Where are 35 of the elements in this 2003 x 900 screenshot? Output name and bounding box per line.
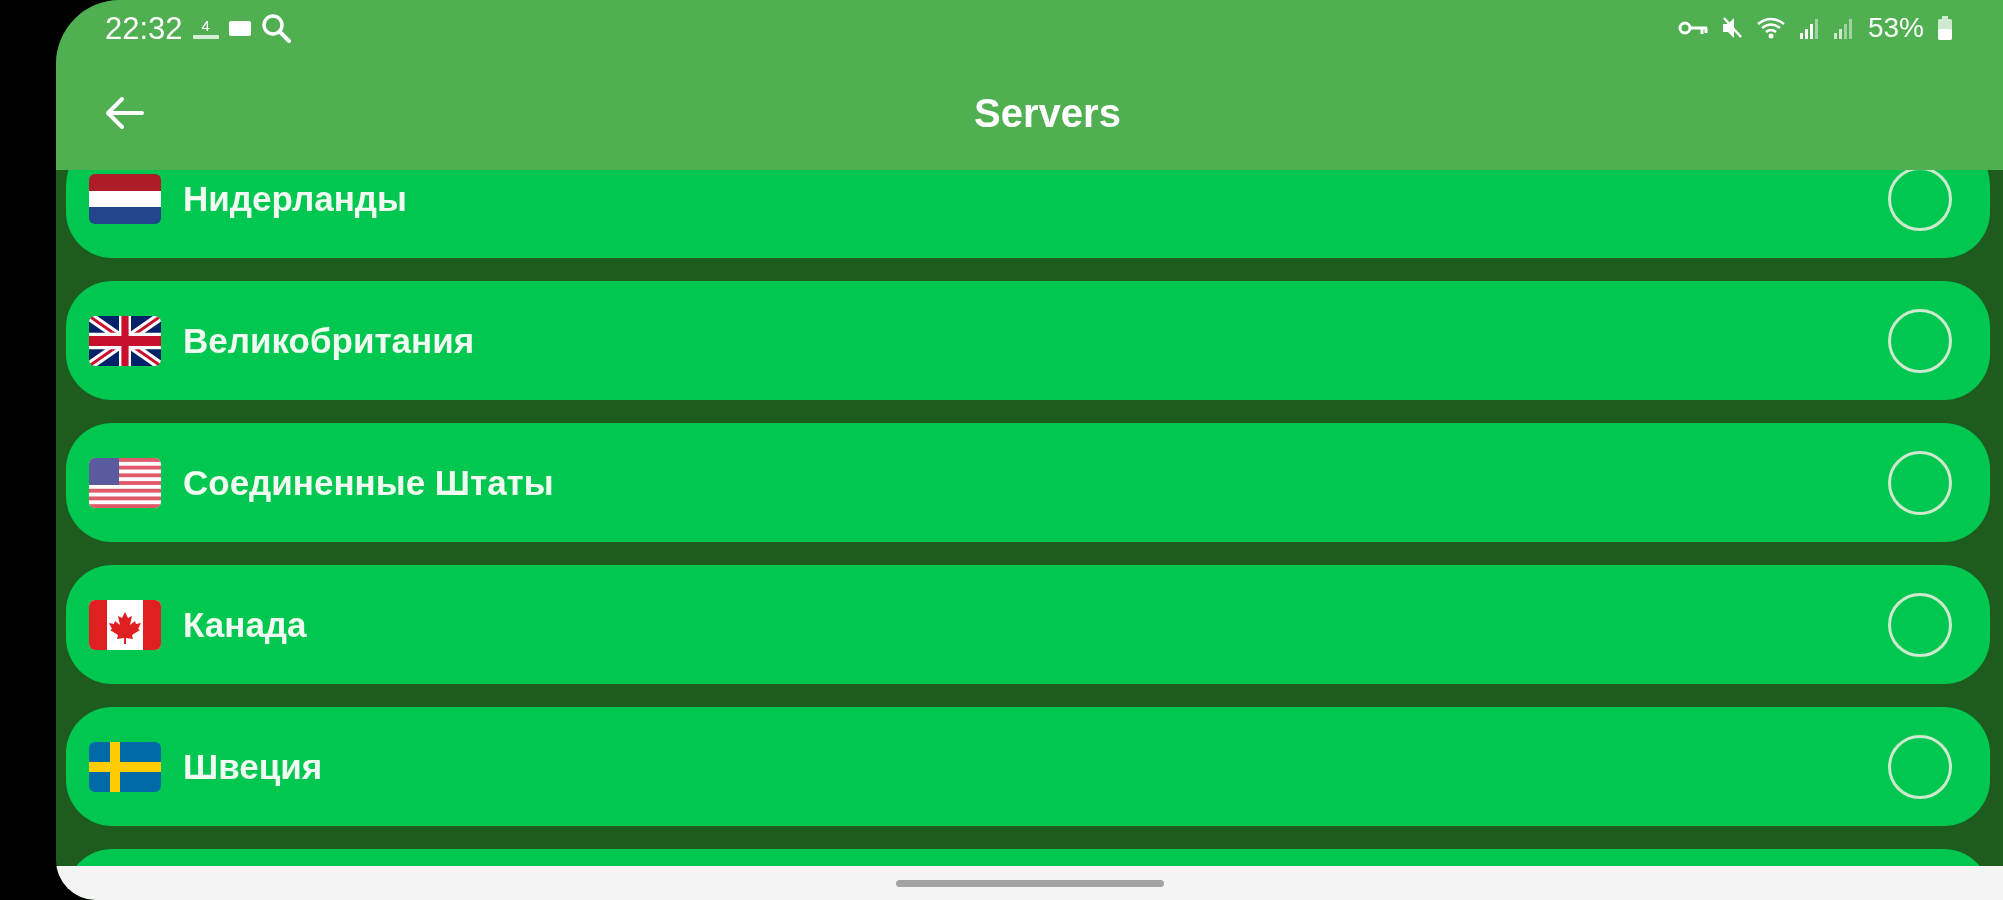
battery-percent: 53% (1867, 14, 1924, 42)
canada-flag-icon (89, 599, 161, 650)
server-row[interactable]: Соединенные Штаты (66, 423, 1990, 542)
radio-button[interactable] (1888, 592, 1952, 657)
radio-button[interactable] (1888, 308, 1952, 373)
network-speed: 4 (201, 17, 210, 33)
home-indicator[interactable] (895, 879, 1164, 887)
signal-icon (1833, 17, 1854, 39)
rectangle-icon (228, 20, 251, 36)
battery-icon (1938, 16, 1952, 40)
netherlands-flag-icon (89, 173, 161, 224)
screen-title: Servers (973, 90, 1122, 136)
server-row[interactable]: Великобритания (66, 281, 1990, 400)
united-kingdom-flag-icon (89, 315, 161, 366)
search-icon (260, 13, 291, 43)
signal-icon (1799, 17, 1820, 39)
wifi-icon (1755, 16, 1786, 40)
back-arrow-icon (104, 96, 144, 130)
server-name: Великобритания (183, 320, 476, 361)
status-time: 22:32 (105, 12, 183, 44)
server-name: Соединенные Штаты (183, 462, 555, 503)
server-name: Нидерланды (183, 178, 408, 219)
server-row[interactable]: Канада (66, 565, 1990, 684)
mute-icon (1721, 16, 1742, 40)
united-states-flag-icon (89, 457, 161, 508)
server-row[interactable]: Нидерланды (66, 170, 1990, 258)
server-name: Канада (183, 604, 308, 645)
key-icon (1677, 20, 1708, 36)
radio-button[interactable] (1888, 734, 1952, 799)
radio-button[interactable] (1888, 170, 1952, 231)
server-row[interactable]: Швеция (66, 707, 1990, 826)
server-name: Швеция (183, 746, 324, 787)
sweden-flag-icon (89, 741, 161, 792)
radio-button[interactable] (1888, 450, 1952, 515)
small-bar-icon (192, 34, 219, 39)
